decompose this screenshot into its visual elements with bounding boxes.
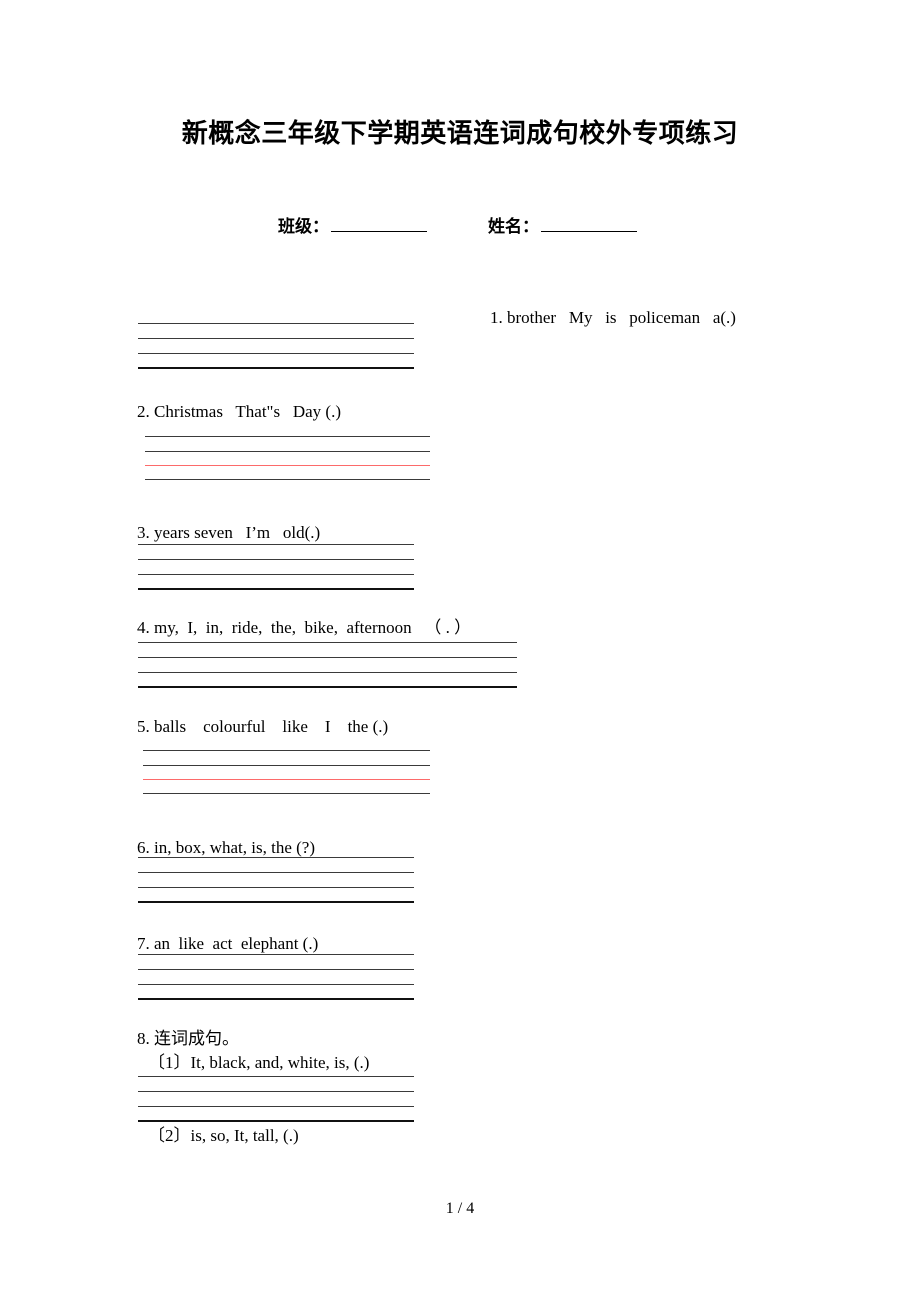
answer-line[interactable] [138,367,414,369]
question-4-prompt: 4. my, I, in, ride, the, bike, afternoon… [137,618,472,637]
question-4-answer-lines[interactable] [138,642,517,688]
answer-line[interactable] [138,657,517,658]
class-label: 班级： [278,217,329,236]
question-3-prompt: 3. years seven I’m old(.) [137,523,321,542]
question-6-answer-lines[interactable] [138,857,414,903]
question-1-prompt: 1. brother My is policeman a(.) [490,308,736,327]
question-2-answer-lines[interactable] [145,436,430,480]
answer-line-red[interactable] [143,779,430,780]
answer-line[interactable] [143,765,430,766]
question-8-sub-1-prompt: 〔1〕It, black, and, white, is, (.) [148,1053,370,1072]
answer-line[interactable] [138,969,414,970]
student-info-row: 班级： 姓名： [0,212,920,242]
question-7-prompt: 7. an like act elephant (.) [137,934,319,953]
page-title: 新概念三年级下学期英语连词成句校外专项练习 [181,118,739,148]
class-blank-input[interactable] [331,216,427,232]
answer-line[interactable] [138,574,414,575]
class-field[interactable]: 班级： [278,212,427,237]
question-7-answer-lines[interactable] [138,954,414,1000]
answer-line[interactable] [138,544,414,545]
answer-line[interactable] [145,479,430,480]
answer-line[interactable] [138,901,414,903]
answer-line[interactable] [145,436,430,437]
question-8-sub-1-answer-lines[interactable] [138,1076,414,1122]
question-5-answer-lines[interactable] [143,750,430,794]
answer-line[interactable] [138,1091,414,1092]
name-label: 姓名： [488,217,539,236]
answer-line[interactable] [138,559,414,560]
answer-line[interactable] [138,686,517,688]
answer-line-red[interactable] [145,465,430,466]
answer-line[interactable] [138,338,414,339]
answer-line[interactable] [138,353,414,354]
answer-line[interactable] [138,954,414,955]
worksheet-page: 新概念三年级下学期英语连词成句校外专项练习 班级： 姓名： 1. brother… [0,0,920,1302]
answer-line[interactable] [138,588,414,590]
question-8-prompt: 8. 连词成句。 [137,1029,239,1048]
answer-line[interactable] [138,1120,414,1122]
answer-line[interactable] [143,793,430,794]
answer-line[interactable] [138,887,414,888]
question-8-sub-2-prompt: 〔2〕is, so, It, tall, (.) [148,1126,299,1145]
answer-line[interactable] [143,750,430,751]
page-number-footer: 1 / 4 [445,1200,475,1217]
question-1-answer-lines[interactable] [138,323,414,369]
answer-line[interactable] [138,1106,414,1107]
answer-line[interactable] [138,872,414,873]
answer-line[interactable] [145,451,430,452]
name-blank-input[interactable] [541,216,637,232]
answer-line[interactable] [138,984,414,985]
name-field[interactable]: 姓名： [488,212,637,237]
answer-line[interactable] [138,323,414,324]
answer-line[interactable] [138,672,517,673]
question-5-prompt: 5. balls colourful like I the (.) [137,717,389,736]
question-2-prompt: 2. Christmas That"s Day (.) [137,402,341,421]
answer-line[interactable] [138,1076,414,1077]
answer-line[interactable] [138,642,517,643]
answer-line[interactable] [138,998,414,1000]
answer-line[interactable] [138,857,414,858]
question-3-answer-lines[interactable] [138,544,414,590]
